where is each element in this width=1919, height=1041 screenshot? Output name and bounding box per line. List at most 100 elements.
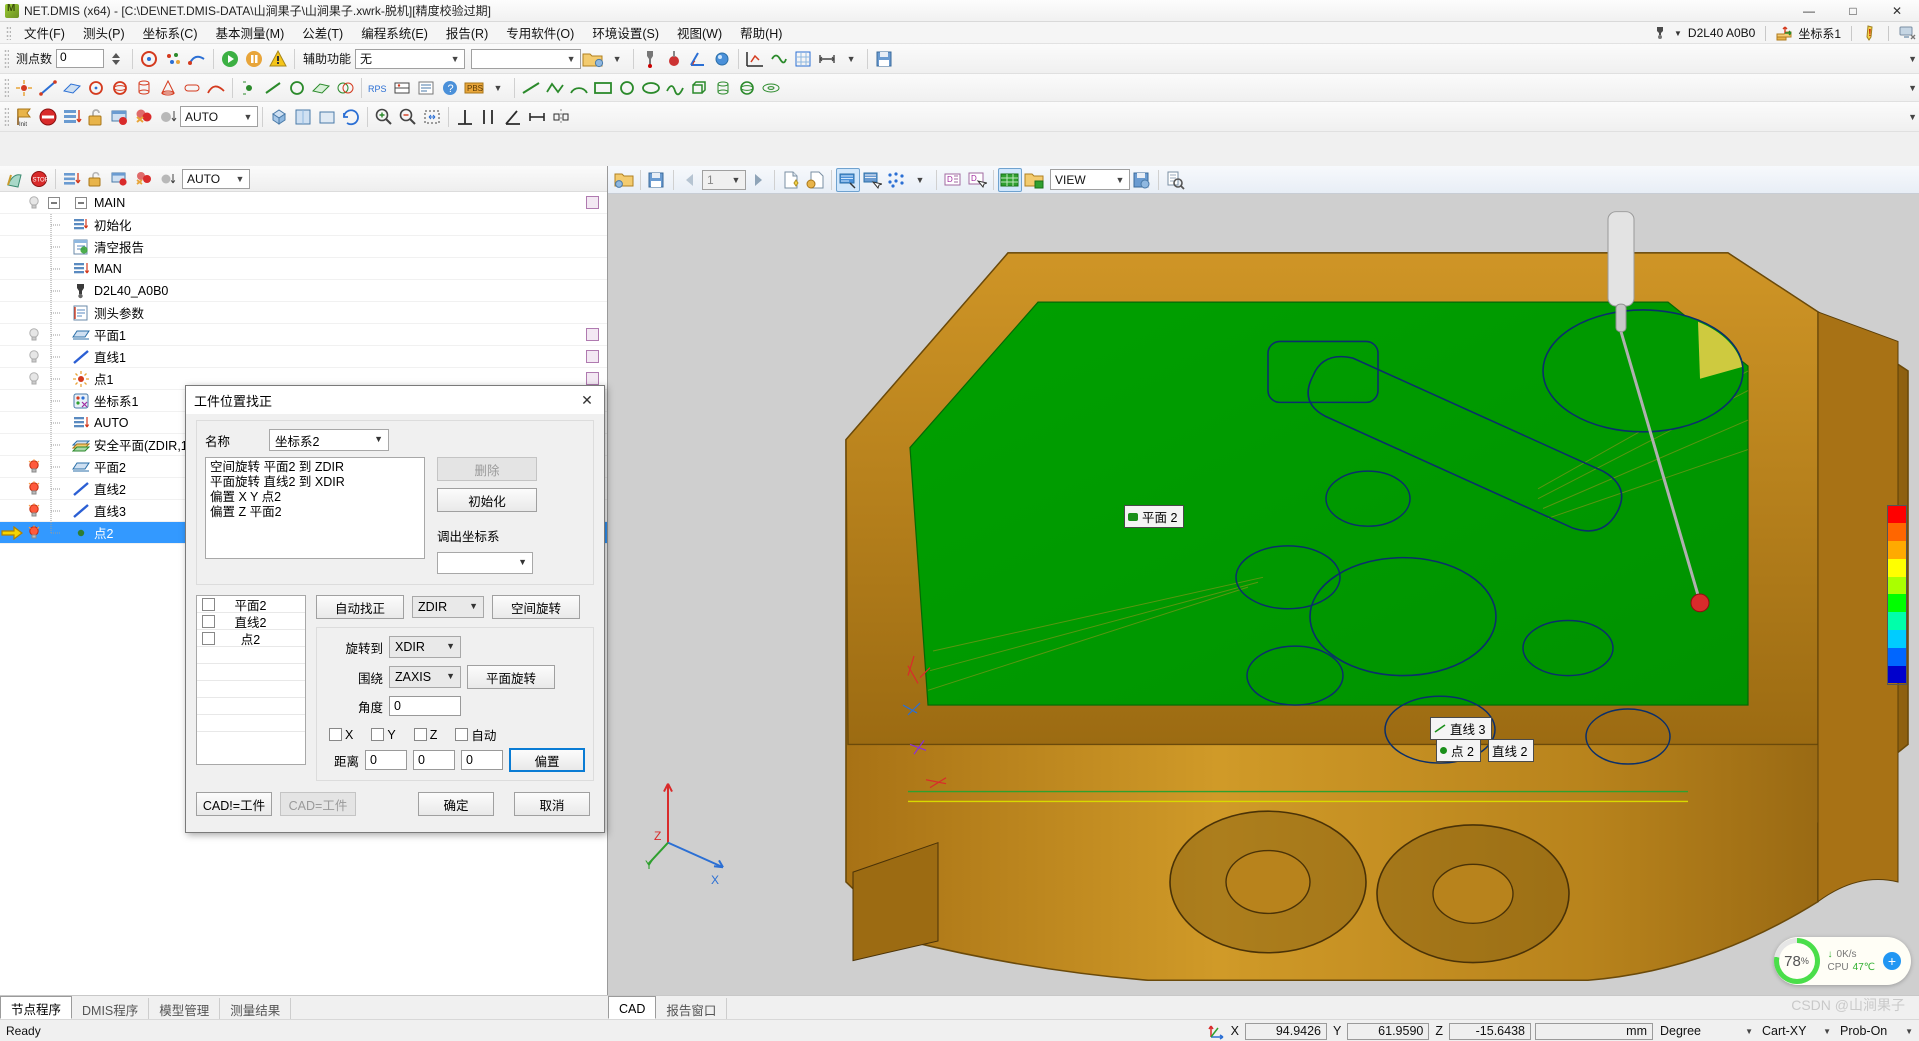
pbs-icon[interactable]: PBS: [462, 76, 486, 100]
geom-rect-icon[interactable]: [591, 76, 615, 100]
measure-grid-icon[interactable]: [791, 47, 815, 71]
menu-tolerance[interactable]: 公差(T): [293, 20, 352, 45]
feature-slot-icon[interactable]: [180, 76, 204, 100]
view-iso-icon[interactable]: [267, 105, 291, 129]
cad-new-page-icon[interactable]: [779, 168, 803, 192]
dialog-close-icon[interactable]: ✕: [570, 386, 604, 414]
status-angle-unit-combo[interactable]: Degree ▼: [1657, 1022, 1755, 1040]
angle-input[interactable]: 0: [389, 696, 461, 716]
tree-run-icon[interactable]: [3, 167, 27, 191]
feature-cylinder-icon[interactable]: [132, 76, 156, 100]
geom-spline-icon[interactable]: [663, 76, 687, 100]
tab-model-manage[interactable]: 模型管理: [149, 998, 221, 1019]
axis-check-auto[interactable]: 自动: [455, 725, 496, 744]
auto-align-direction-combo[interactable]: ZDIR ▼: [412, 596, 484, 618]
offset-button[interactable]: 偏置: [509, 748, 585, 772]
cad-next-page-icon[interactable]: [746, 168, 770, 192]
maximize-button[interactable]: □: [1831, 0, 1875, 22]
feature-checkbox-2[interactable]: [202, 631, 215, 645]
view-top-icon[interactable]: [291, 105, 315, 129]
execution-bulb-icon[interactable]: [24, 324, 44, 346]
distance-input-y[interactable]: 0: [413, 750, 455, 770]
view-front-icon[interactable]: [315, 105, 339, 129]
measure-scan-icon[interactable]: [185, 47, 209, 71]
geom-circle-icon[interactable]: [615, 76, 639, 100]
geom-cylinder-icon[interactable]: [711, 76, 735, 100]
geom-ellipse-icon[interactable]: [639, 76, 663, 100]
around-axis-combo[interactable]: ZAXIS ▼: [389, 666, 461, 688]
viewport-label-line2[interactable]: 直线 2: [1488, 739, 1535, 762]
tb3-overflow-right[interactable]: ▼: [1908, 112, 1917, 122]
tree-mode-combo-2[interactable]: AUTO ▼: [182, 168, 250, 189]
cad-grid-table-icon[interactable]: [998, 167, 1022, 192]
geom-torus-icon[interactable]: [759, 76, 783, 100]
tree-mode-list-icon[interactable]: [60, 167, 84, 191]
feature-curve-icon[interactable]: [204, 76, 228, 100]
zoom-in-icon[interactable]: [372, 105, 396, 129]
recall-coordsys-combo[interactable]: ▼: [437, 552, 533, 574]
construct-plane-icon[interactable]: [309, 76, 333, 100]
tab-dmis-program[interactable]: DMIS程序: [72, 998, 150, 1019]
measure-axis-icon[interactable]: [743, 47, 767, 71]
menu-settings[interactable]: 环境设置(S): [583, 20, 668, 45]
tree-stop-icon[interactable]: STOP: [27, 167, 51, 191]
rps-icon[interactable]: RPS: [366, 76, 390, 100]
cad-dim-show-icon[interactable]: D: [941, 168, 965, 192]
distance-input-x[interactable]: 0: [365, 750, 407, 770]
tree-node-5[interactable]: 测头参数: [0, 301, 607, 324]
probe-calibrate-icon[interactable]: [638, 47, 662, 71]
execution-bulb-icon[interactable]: [24, 368, 44, 390]
measure-result-icon[interactable]: [414, 76, 438, 100]
toolbar-overflow-right[interactable]: ▼: [1908, 54, 1917, 64]
alignment-step-0[interactable]: 空间旋转 平面2 到 ZDIR: [210, 460, 420, 475]
measure-path-icon[interactable]: [767, 47, 791, 71]
cad-annotate-select-icon[interactable]: [860, 168, 884, 192]
toolbar-overflow-2[interactable]: ▼: [839, 47, 863, 71]
cad-viewport[interactable]: Z Y X 平面 2 直线 3 点 2 直线 2 78 % ↓ 0K/s CPU…: [608, 194, 1919, 995]
minimize-button[interactable]: —: [1787, 0, 1831, 22]
menu-program[interactable]: 编程系统(E): [352, 20, 437, 45]
aux-function-combo[interactable]: 无 ▼: [355, 48, 466, 69]
tree-sphere-down-icon[interactable]: [156, 167, 180, 191]
toolbar-grip-1[interactable]: [4, 48, 9, 69]
execution-bulb-icon[interactable]: [24, 456, 44, 478]
feature-row-4[interactable]: [197, 664, 305, 681]
viewport-label-line3[interactable]: 直线 3: [1430, 717, 1493, 740]
close-button[interactable]: ✕: [1875, 0, 1919, 22]
construct-point-icon[interactable]: [237, 76, 261, 100]
plane-rotate-button[interactable]: 平面旋转: [467, 665, 555, 689]
menu-grip-handle[interactable]: [6, 25, 11, 40]
secondary-combo[interactable]: ▼: [471, 48, 582, 69]
feature-line-icon[interactable]: [36, 76, 60, 100]
probe-sphere-blue-icon[interactable]: [710, 47, 734, 71]
feature-row-0[interactable]: 平面2: [197, 596, 305, 613]
cad-not-equal-part-button[interactable]: CAD!=工件: [196, 792, 272, 816]
save-report-icon[interactable]: [872, 47, 896, 71]
feature-row-1[interactable]: 直线2: [197, 613, 305, 630]
cad-page-combo[interactable]: 1 ▼: [702, 169, 746, 190]
help-question-icon[interactable]: ?: [438, 76, 462, 100]
zoom-fit-icon[interactable]: [420, 105, 444, 129]
sphere-down-icon[interactable]: [156, 105, 180, 129]
axis-checkbox-z[interactable]: [413, 728, 427, 741]
widget-expand-button[interactable]: +: [1883, 952, 1901, 970]
delete-marker-icon[interactable]: [132, 105, 156, 129]
tb2-overflow[interactable]: ▼: [486, 76, 510, 100]
construct-circle-icon[interactable]: [285, 76, 309, 100]
measure-point-cloud-icon[interactable]: [161, 47, 185, 71]
menu-file[interactable]: 文件(F): [15, 20, 74, 45]
alignment-step-3[interactable]: 偏置 Z 平面2: [210, 505, 420, 520]
initialize-button[interactable]: 初始化: [437, 488, 537, 512]
auto-align-button[interactable]: 自动找正: [316, 595, 404, 619]
tree-mode-combo[interactable]: AUTO ▼: [180, 106, 258, 127]
tree-node-1[interactable]: 初始化: [0, 213, 607, 236]
coordinate-system-icon[interactable]: [1776, 25, 1792, 41]
axis-checkbox-y[interactable]: [371, 728, 385, 741]
feature-row-5[interactable]: [197, 681, 305, 698]
cad-model-render[interactable]: [608, 194, 1919, 995]
axis-check-x[interactable]: X: [329, 728, 353, 742]
feature-sphere-icon[interactable]: [108, 76, 132, 100]
toolbar-grip-2[interactable]: [4, 77, 9, 98]
axis-checkbox-auto[interactable]: [455, 728, 469, 741]
unlock-icon[interactable]: [84, 105, 108, 129]
